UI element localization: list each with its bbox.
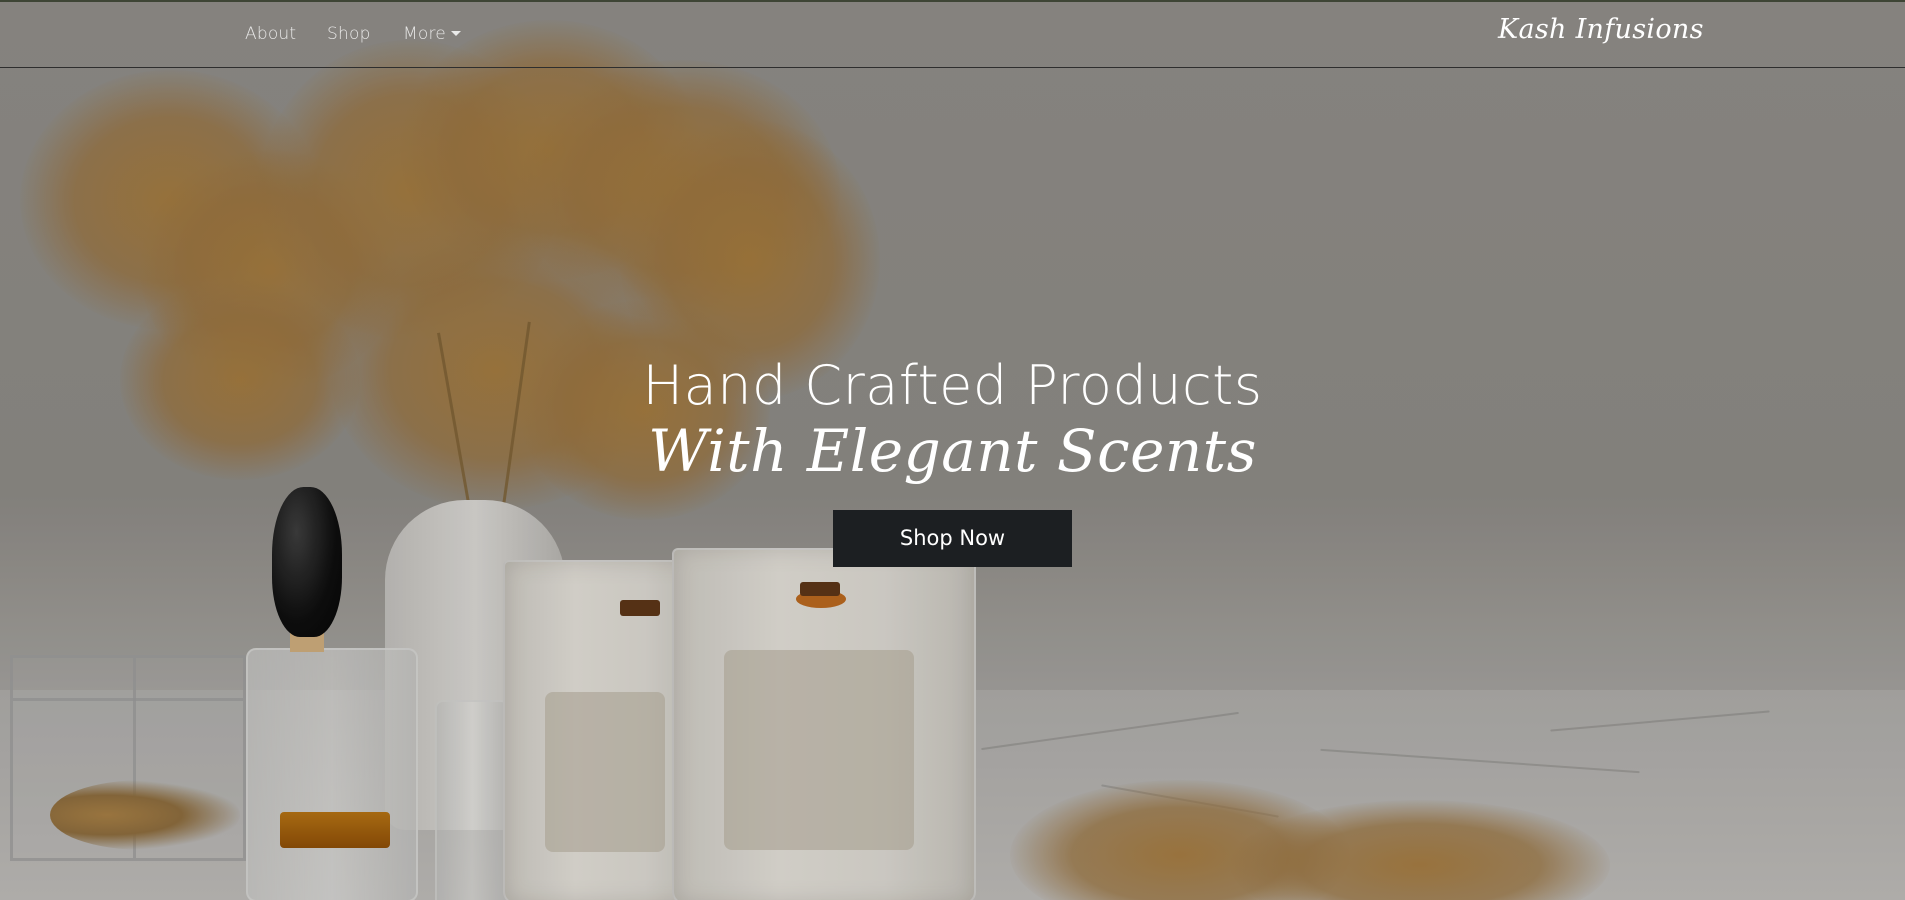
hero-subheadline: With Elegant Scents bbox=[648, 417, 1257, 485]
navbar: About Shop More Kash Infusions bbox=[0, 0, 1905, 68]
hero-headline: Hand Crafted Products bbox=[642, 354, 1263, 417]
brand-logo[interactable]: Kash Infusions bbox=[1498, 14, 1704, 45]
nav-more-label: More bbox=[403, 24, 446, 44]
hero-section: About Shop More Kash Infusions Hand Craf… bbox=[0, 0, 1905, 900]
nav-about-link[interactable]: About bbox=[245, 24, 296, 44]
caret-down-icon bbox=[450, 31, 461, 36]
nav-more-dropdown[interactable]: More bbox=[403, 24, 461, 44]
shop-now-button[interactable]: Shop Now bbox=[833, 510, 1072, 567]
nav-shop-link[interactable]: Shop bbox=[327, 24, 371, 44]
